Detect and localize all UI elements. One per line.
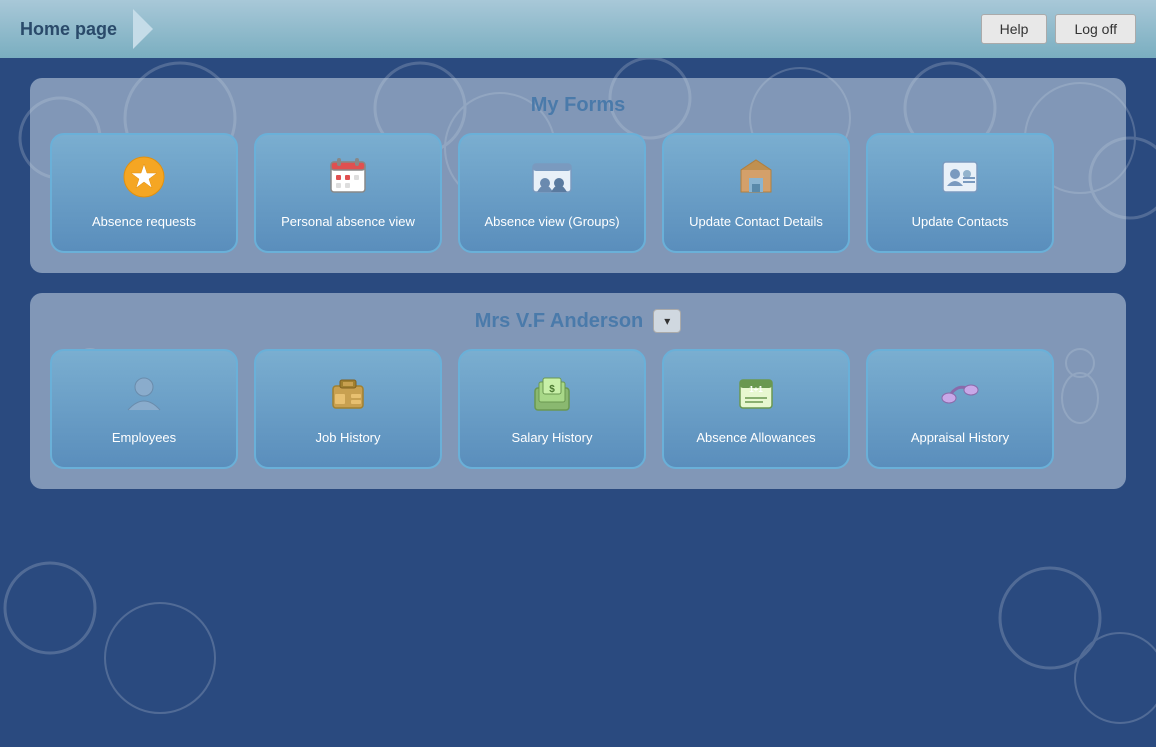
card-personal-absence-view[interactable]: Personal absence view: [254, 133, 442, 253]
header: Home page Help Log off: [0, 0, 1156, 58]
page-title: Home page: [20, 9, 153, 49]
update-contact-details-label: Update Contact Details: [689, 214, 823, 231]
absence-view-groups-icon: [531, 156, 573, 204]
card-appraisal-history[interactable]: Appraisal History: [866, 349, 1054, 469]
absence-allowances-label: Absence Allowances: [696, 430, 815, 447]
card-employees[interactable]: Employees: [50, 349, 238, 469]
person-dropdown-button[interactable]: ▾: [653, 309, 681, 333]
svg-text:1+1: 1+1: [749, 385, 763, 394]
employees-label: Employees: [112, 430, 176, 447]
breadcrumb-arrow: [133, 9, 153, 49]
card-salary-history[interactable]: $ Salary History: [458, 349, 646, 469]
home-page-label: Home page: [20, 19, 117, 40]
job-history-label: Job History: [315, 430, 380, 447]
logoff-button[interactable]: Log off: [1055, 14, 1136, 44]
main-content: My Forms Absence requests Personal absenc…: [0, 58, 1156, 747]
help-button[interactable]: Help: [981, 14, 1048, 44]
employees-icon: [123, 372, 165, 420]
salary-history-label: Salary History: [512, 430, 593, 447]
personal-absence-view-label: Personal absence view: [281, 214, 415, 231]
my-forms-cards: Absence requests Personal absence view Abs…: [50, 133, 1106, 253]
appraisal-history-label: Appraisal History: [911, 430, 1009, 447]
absence-allowances-icon: 1+1: [735, 372, 777, 420]
person-title: Mrs V.F Anderson: [475, 310, 644, 333]
chevron-down-icon: ▾: [664, 314, 670, 328]
card-update-contact-details[interactable]: Update Contact Details: [662, 133, 850, 253]
update-contact-details-icon: [735, 156, 777, 204]
header-buttons: Help Log off: [981, 14, 1136, 44]
person-section: Mrs V.F Anderson ▾ Employees Job History $…: [30, 293, 1126, 489]
personal-absence-view-icon: [327, 156, 369, 204]
absence-requests-label: Absence requests: [92, 214, 196, 231]
my-forms-title: My Forms: [50, 94, 1106, 117]
salary-history-icon: $: [531, 372, 573, 420]
job-history-icon: [327, 372, 369, 420]
update-contacts-label: Update Contacts: [912, 214, 1009, 231]
person-cards: Employees Job History $ Salary History 1+1 Ab…: [50, 349, 1106, 469]
my-forms-section: My Forms Absence requests Personal absenc…: [30, 78, 1126, 273]
appraisal-history-icon: [939, 372, 981, 420]
card-absence-allowances[interactable]: 1+1 Absence Allowances: [662, 349, 850, 469]
absence-requests-icon: [123, 156, 165, 204]
absence-view-groups-label: Absence view (Groups): [484, 214, 619, 231]
card-absence-requests[interactable]: Absence requests: [50, 133, 238, 253]
card-absence-view-groups[interactable]: Absence view (Groups): [458, 133, 646, 253]
person-section-header: Mrs V.F Anderson ▾: [50, 309, 1106, 333]
update-contacts-icon: [939, 156, 981, 204]
card-update-contacts[interactable]: Update Contacts: [866, 133, 1054, 253]
svg-text:$: $: [549, 384, 555, 395]
card-job-history[interactable]: Job History: [254, 349, 442, 469]
